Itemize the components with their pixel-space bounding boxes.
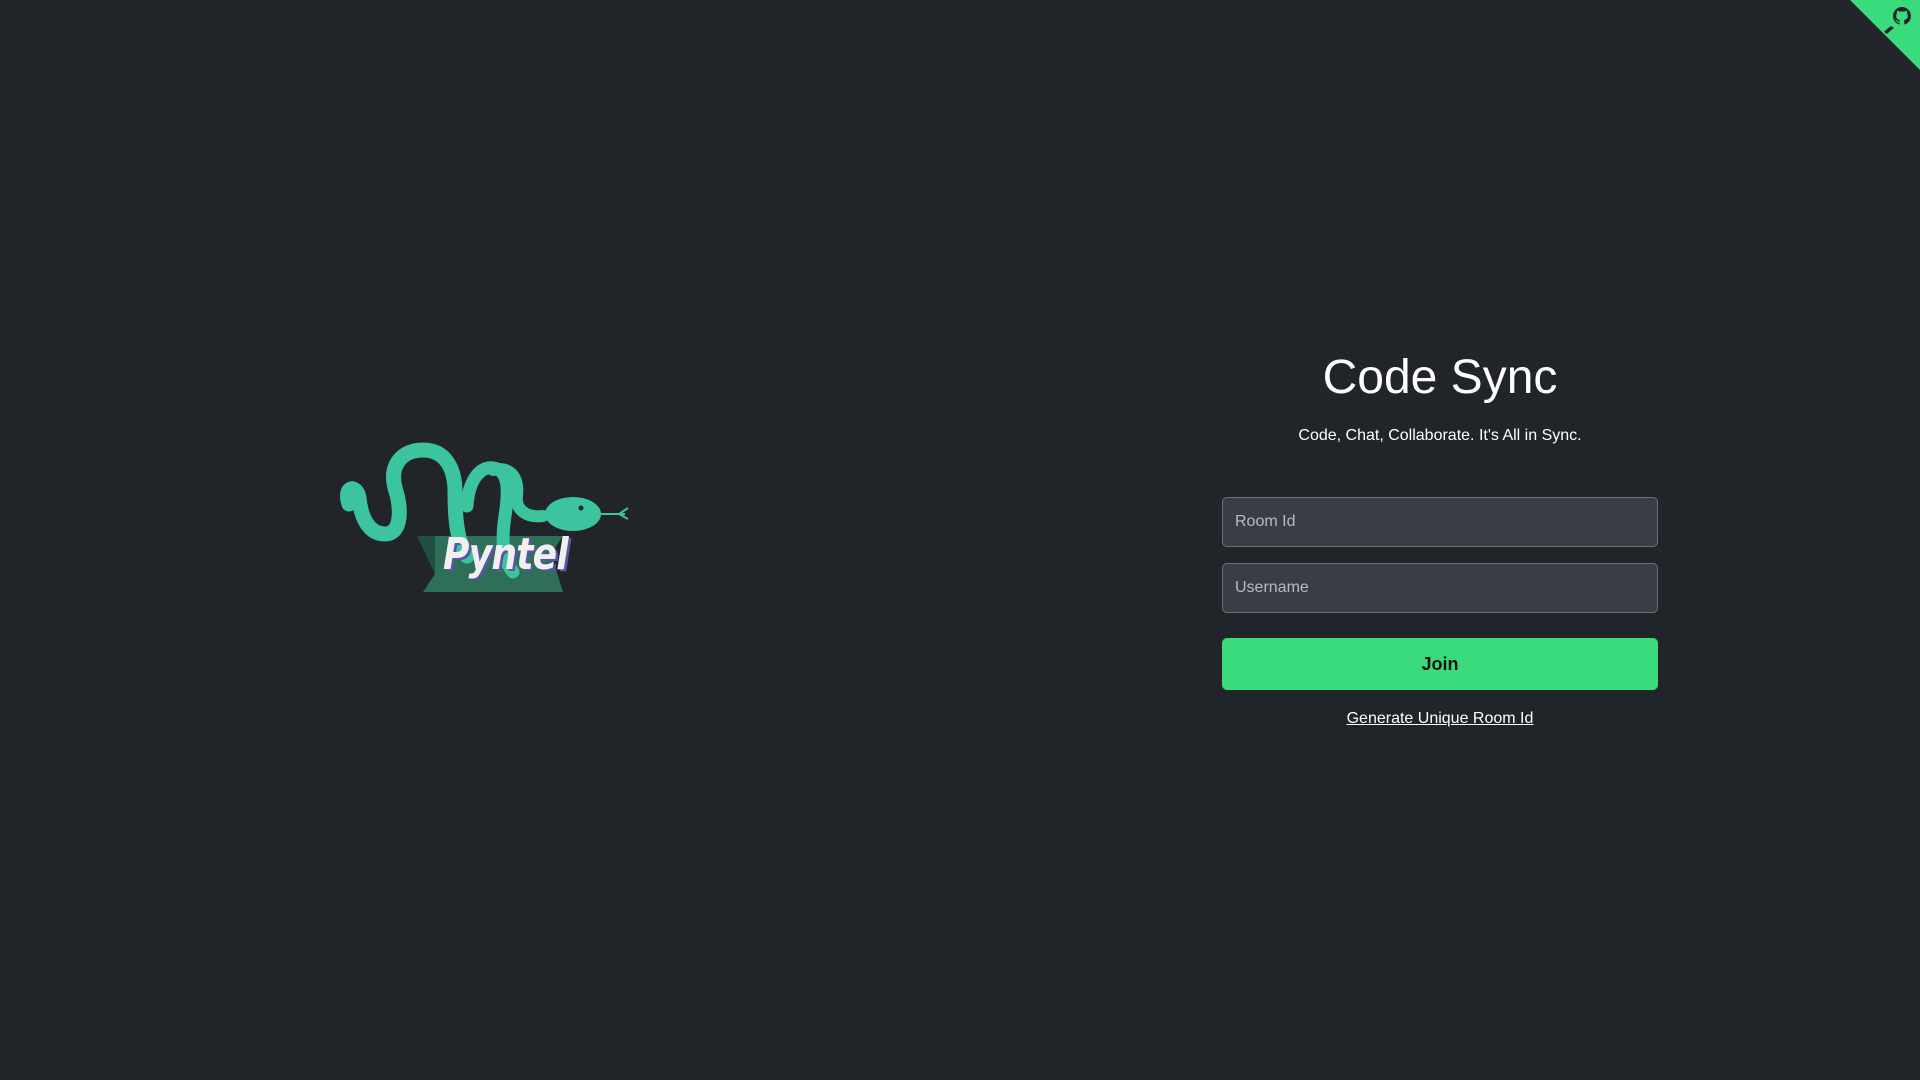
- generate-room-id-link[interactable]: Generate Unique Room Id: [1347, 710, 1534, 728]
- logo-wordmark: Pyntel: [443, 529, 569, 580]
- room-id-input[interactable]: [1222, 497, 1658, 547]
- page-title: Code Sync: [1322, 351, 1558, 404]
- join-form: Code Sync Code, Chat, Collaborate. It's …: [1222, 350, 1658, 728]
- username-input[interactable]: [1222, 563, 1658, 613]
- github-octocat-icon: [1850, 0, 1920, 70]
- page-subtitle: Code, Chat, Collaborate. It's All in Syn…: [1298, 427, 1582, 444]
- pyntel-logo: Pyntel: [340, 442, 631, 596]
- join-button[interactable]: Join: [1222, 638, 1658, 690]
- page: Pyntel Code Sync Code, Chat, Collaborate…: [0, 0, 1920, 1080]
- github-corner-link[interactable]: [1850, 0, 1920, 70]
